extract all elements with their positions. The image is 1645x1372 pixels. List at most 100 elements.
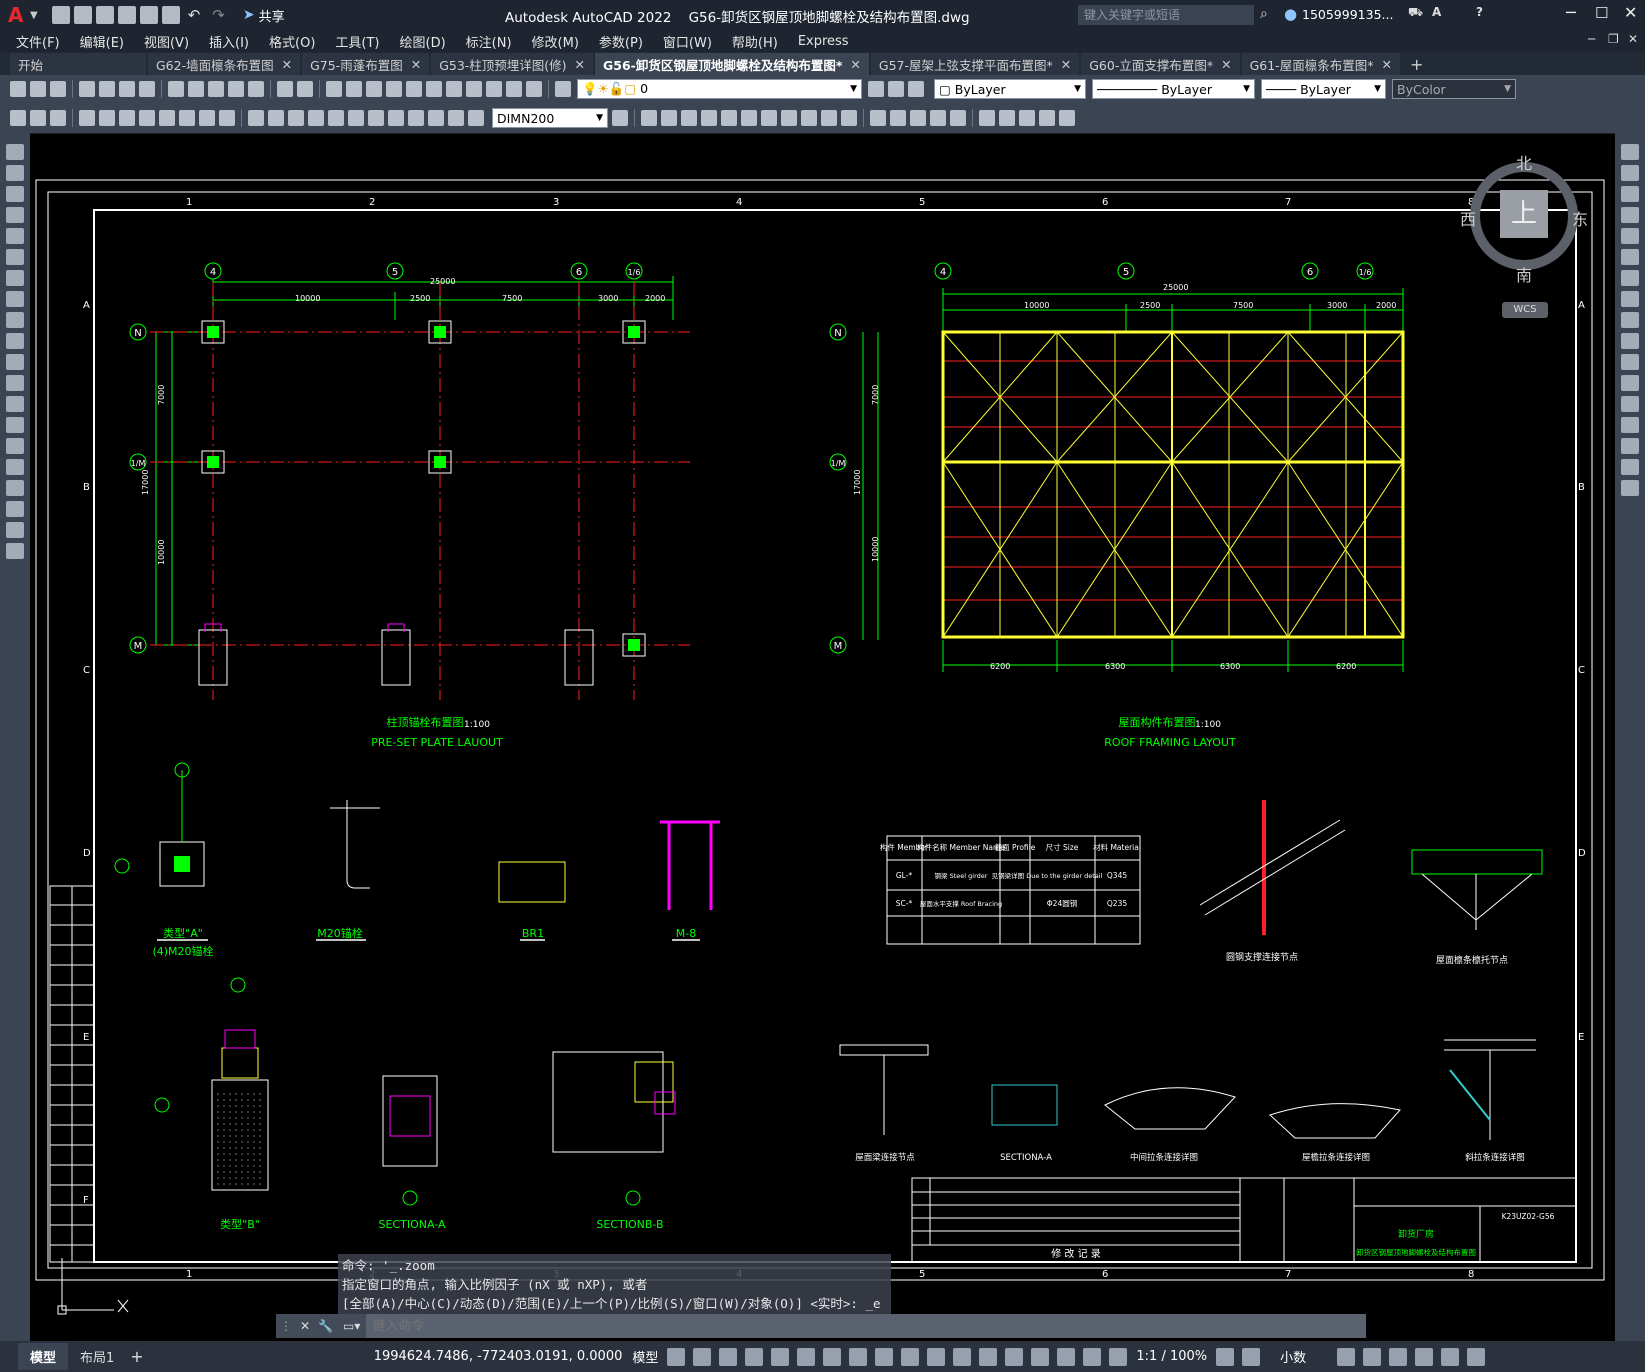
dim-edit-icon[interactable]	[428, 110, 444, 126]
pan-icon[interactable]	[326, 81, 342, 97]
trim-icon[interactable]	[821, 110, 837, 126]
new-tab-button[interactable]: +	[1402, 53, 1431, 75]
markup-icon[interactable]	[486, 81, 502, 97]
ungroup-icon[interactable]	[999, 110, 1015, 126]
doc-restore-icon[interactable]: ❐	[1608, 32, 1619, 46]
color-dropdown[interactable]: ▢ ByLayer ▼	[934, 79, 1086, 99]
tab-g61[interactable]: G61-屋面檩条布置图* ✕	[1241, 53, 1400, 75]
trim-icon[interactable]	[1621, 333, 1639, 349]
grip-icon[interactable]: ⋮	[280, 1319, 292, 1333]
open-file-icon[interactable]	[73, 6, 92, 24]
close-icon[interactable]: ✕	[411, 57, 421, 72]
viewcube-east[interactable]: 东	[1572, 206, 1588, 230]
blend-icon[interactable]	[1621, 459, 1639, 475]
dim-break-icon[interactable]	[328, 110, 344, 126]
menu-window[interactable]: 窗口(W)	[663, 32, 712, 51]
mirror-icon[interactable]	[681, 110, 697, 126]
viewcube-north[interactable]: 北	[1516, 150, 1532, 174]
ellipse-icon[interactable]	[6, 333, 24, 349]
tab-g53[interactable]: G53-柱顶预埋详图(修) ✕	[431, 53, 594, 75]
menu-view[interactable]: 视图(V)	[144, 32, 189, 51]
toolpalette-icon[interactable]	[446, 81, 462, 97]
redo-icon[interactable]: ↷	[212, 6, 225, 24]
command-menu-icon[interactable]: ▭▾	[343, 1319, 360, 1333]
dim-ordinate-icon[interactable]	[139, 110, 155, 126]
viewcube-face-top[interactable]: 上	[1500, 190, 1548, 238]
dyn-ucs-icon[interactable]	[1005, 1347, 1024, 1366]
grid-icon[interactable]	[667, 1347, 686, 1366]
move-icon[interactable]	[1621, 249, 1639, 265]
user-icon[interactable]: ●	[1284, 5, 1297, 23]
fillet-icon[interactable]	[1621, 438, 1639, 454]
isolate-objects-icon[interactable]	[1389, 1347, 1408, 1366]
tab-g56[interactable]: G56-卸货区钢屋顶地脚螺栓及结构布置图* ✕	[595, 53, 869, 75]
snap-icon[interactable]	[693, 1347, 712, 1366]
transparency-icon[interactable]	[927, 1347, 946, 1366]
coordinate-readout[interactable]: 1994624.7486, -772403.0191, 0.0000	[374, 1349, 623, 1364]
dim-text-edit-icon[interactable]	[448, 110, 464, 126]
modify-icon[interactable]	[641, 110, 657, 126]
add-selected-icon[interactable]	[6, 543, 24, 559]
dim-linear-icon[interactable]	[79, 110, 95, 126]
wcs-menu[interactable]: WCS	[1502, 302, 1548, 318]
new-file-icon[interactable]	[51, 6, 70, 24]
line-icon[interactable]	[6, 144, 24, 160]
extend-icon[interactable]	[1621, 354, 1639, 370]
zoom-realtime-icon[interactable]	[346, 81, 362, 97]
lineweight-dropdown[interactable]: ──── ByLayer ▼	[1261, 79, 1386, 99]
offset-icon[interactable]	[701, 110, 717, 126]
menu-parametric[interactable]: 参数(P)	[599, 32, 643, 51]
dimstyle-dropdown[interactable]: DIMN200 ▼	[492, 108, 608, 128]
polygon-icon[interactable]	[6, 207, 24, 223]
break-icon[interactable]	[1621, 375, 1639, 391]
doc-close-icon[interactable]: ✕	[1628, 32, 1638, 46]
group-edit-icon[interactable]	[1019, 110, 1035, 126]
qnew-icon[interactable]	[10, 81, 26, 97]
save-icon[interactable]	[95, 6, 114, 24]
gradient-icon[interactable]	[6, 459, 24, 475]
rectangle-icon[interactable]	[6, 228, 24, 244]
copy-icon[interactable]	[188, 81, 204, 97]
ortho-icon[interactable]	[771, 1347, 790, 1366]
jog-linear-icon[interactable]	[408, 110, 424, 126]
help-icon[interactable]: ?	[1476, 5, 1483, 19]
layer-states-icon[interactable]	[908, 81, 924, 97]
insert-block-icon[interactable]	[6, 375, 24, 391]
tab-model[interactable]: 模型	[18, 1343, 69, 1370]
menu-dimension[interactable]: 标注(N)	[466, 32, 512, 51]
help-icon[interactable]	[526, 81, 542, 97]
close-icon[interactable]: ✕	[850, 57, 860, 72]
viewcube-south[interactable]: 南	[1516, 262, 1532, 286]
user-name[interactable]: 1505999135...	[1302, 7, 1393, 22]
preview-icon[interactable]	[99, 81, 115, 97]
command-input[interactable]	[366, 1314, 1366, 1338]
rotate-icon[interactable]	[1621, 270, 1639, 286]
render-icon[interactable]	[930, 110, 946, 126]
solid-icon[interactable]	[870, 110, 886, 126]
add-layout-icon[interactable]: +	[130, 1347, 143, 1366]
stretch-icon[interactable]	[1621, 312, 1639, 328]
copy-icon[interactable]	[1621, 165, 1639, 181]
clean-screen-icon[interactable]	[1441, 1347, 1460, 1366]
mesh-icon[interactable]	[910, 110, 926, 126]
draw-icon[interactable]	[10, 110, 26, 126]
dim-baseline-icon[interactable]	[268, 110, 284, 126]
tab-g60[interactable]: G60-立面支撑布置图* ✕	[1081, 53, 1240, 75]
dim-jogged-icon[interactable]	[179, 110, 195, 126]
scale-icon[interactable]	[781, 110, 797, 126]
center-mark-icon[interactable]	[368, 110, 384, 126]
tab-g75[interactable]: G75-雨蓬布置图 ✕	[302, 53, 430, 75]
tab-start[interactable]: 开始	[10, 53, 146, 75]
stretch-icon[interactable]	[801, 110, 817, 126]
close-icon[interactable]: ✕	[1381, 57, 1391, 72]
tab-g57[interactable]: G57-屋架上弦支撑平面布置图* ✕	[870, 53, 1080, 75]
dim-radius-icon[interactable]	[159, 110, 175, 126]
mirror-icon[interactable]	[1621, 186, 1639, 202]
cut-icon[interactable]	[168, 81, 184, 97]
save-icon[interactable]	[50, 81, 66, 97]
close-icon[interactable]: ✕	[1624, 3, 1637, 22]
customization-icon[interactable]	[1467, 1347, 1486, 1366]
designcenter-icon[interactable]	[426, 81, 442, 97]
layer-previous-icon[interactable]	[888, 81, 904, 97]
draw3-icon[interactable]	[50, 110, 66, 126]
